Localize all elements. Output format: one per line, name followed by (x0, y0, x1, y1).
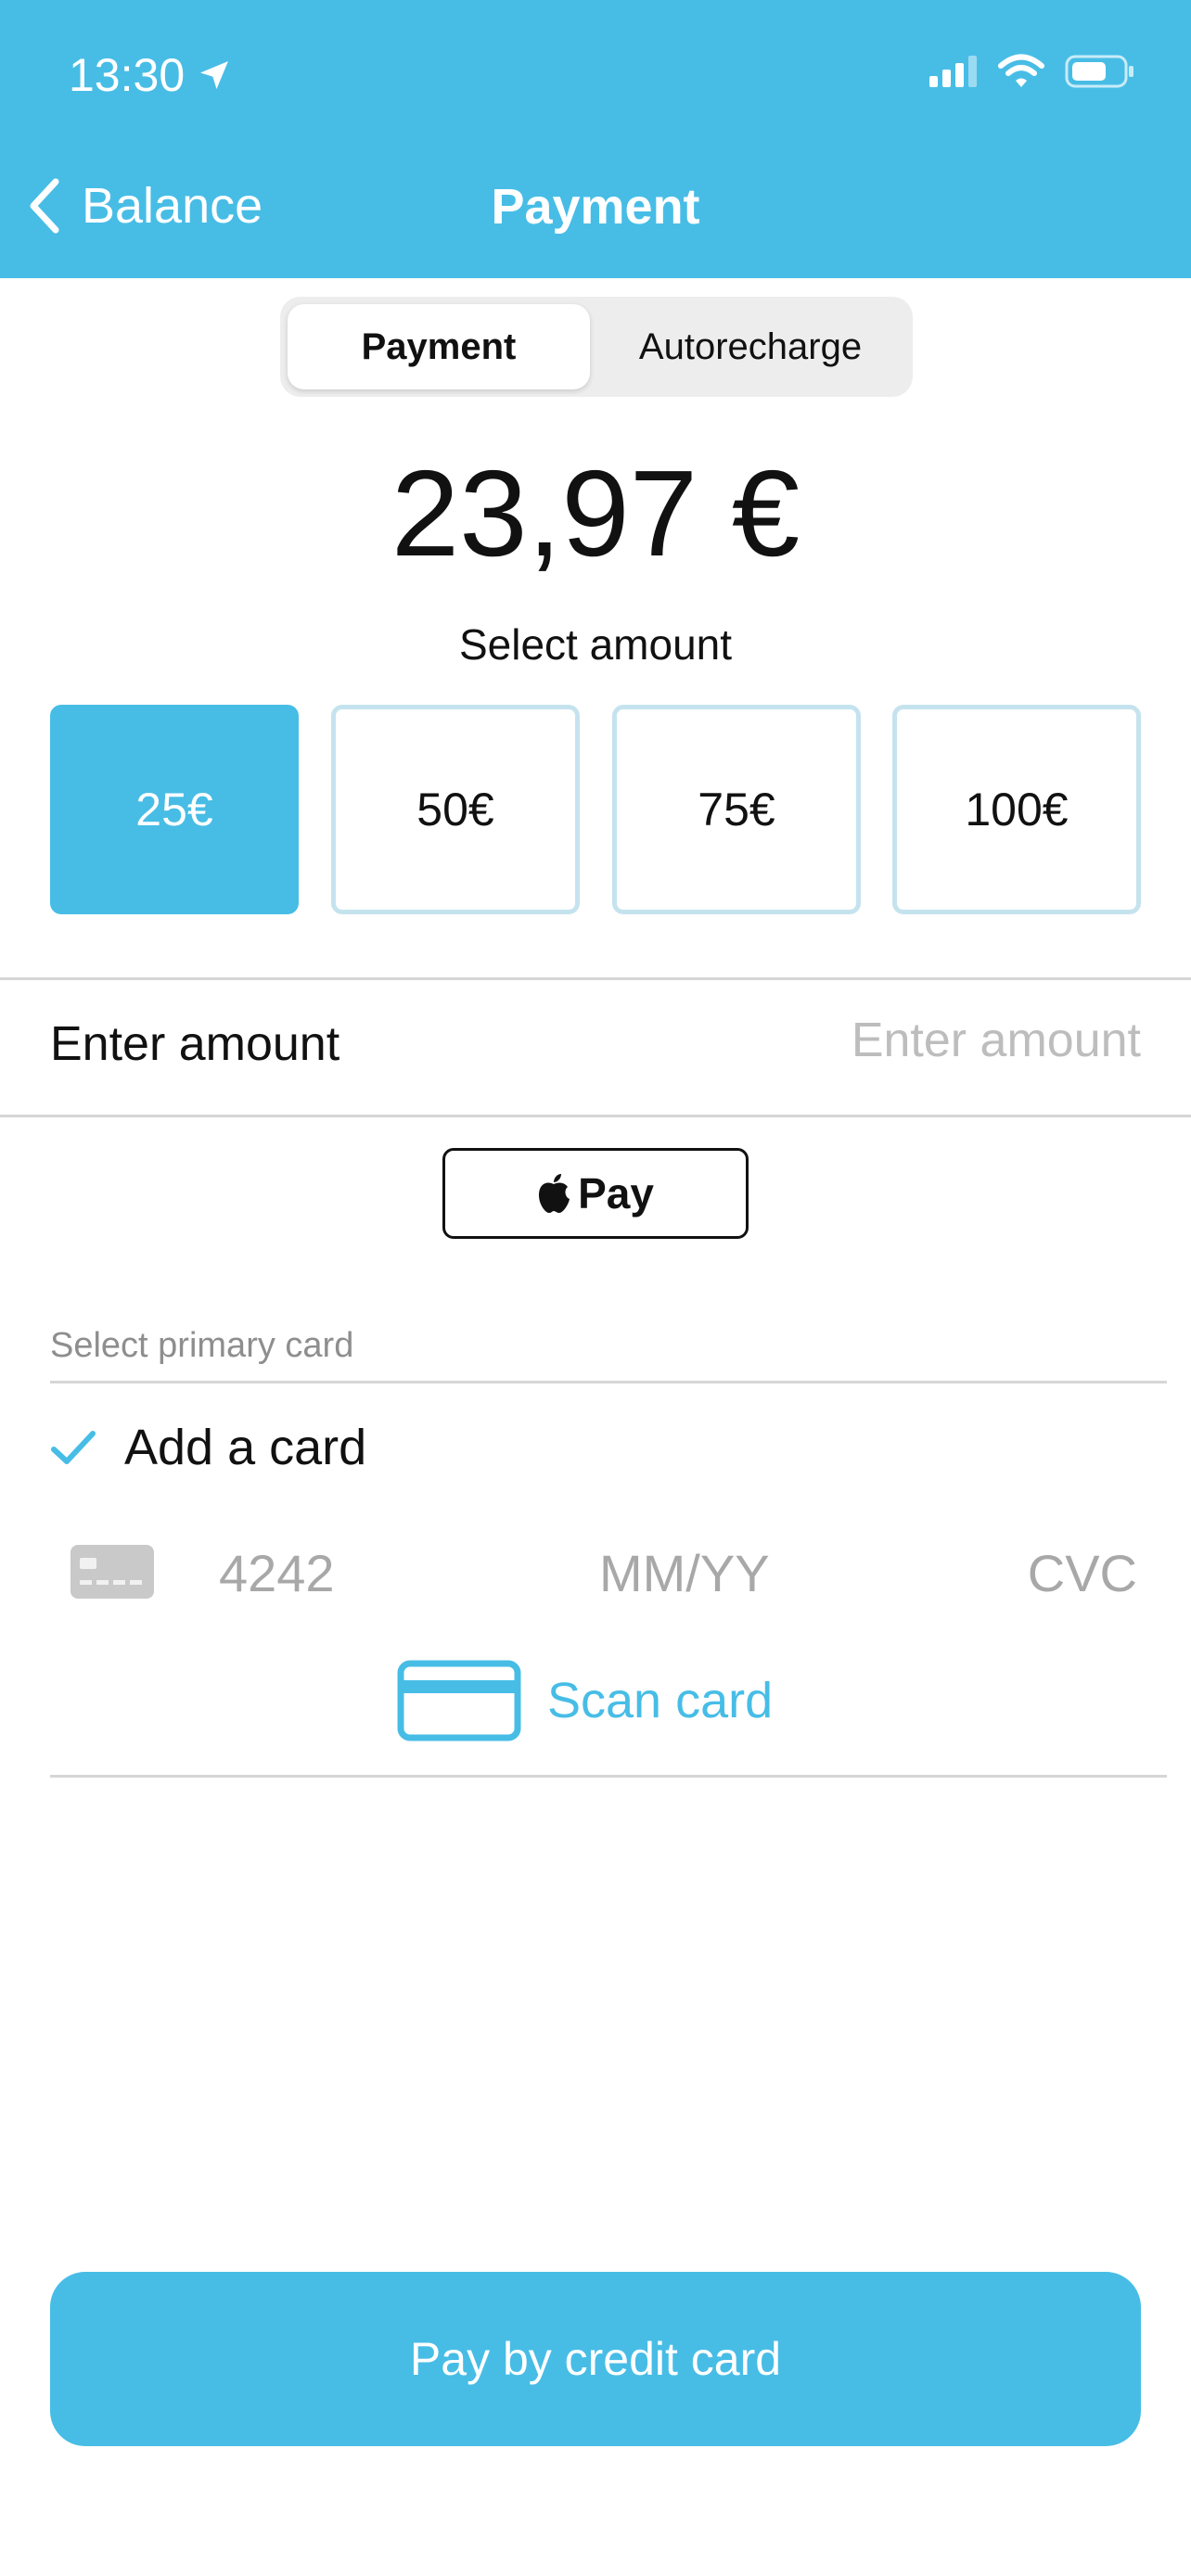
status-time-text: 13:30 (69, 49, 186, 101)
location-arrow-icon (200, 61, 229, 89)
amount-option-100[interactable]: 100€ (892, 705, 1141, 914)
enter-amount-input[interactable] (733, 1013, 1141, 1068)
top-header: 13:30 Balance Payment (0, 0, 1191, 278)
amount-option-50[interactable]: 50€ (331, 705, 580, 914)
divider (50, 1381, 1167, 1384)
divider (0, 1115, 1191, 1117)
scan-card-button[interactable]: Scan card (397, 1660, 773, 1741)
balance-amount: 23,97 € (391, 445, 800, 581)
select-amount-label: Select amount (458, 620, 733, 669)
checkmark-icon (51, 1431, 96, 1464)
credit-card-icon (70, 1545, 154, 1599)
battery-icon (1065, 55, 1133, 88)
tab-payment[interactable]: Payment (288, 304, 590, 389)
card-number-input[interactable] (219, 1543, 497, 1603)
wifi-icon (998, 54, 1044, 87)
divider (0, 977, 1191, 980)
status-indicators (929, 54, 1135, 89)
card-entry-row (70, 1539, 1137, 1604)
enter-amount-label: Enter amount (50, 1017, 340, 1071)
add-card-label: Add a card (124, 1420, 367, 1475)
apple-pay-label: Pay (578, 1169, 654, 1218)
scan-card-icon (397, 1660, 521, 1741)
add-card-option[interactable]: Add a card (50, 1419, 366, 1476)
apple-logo-icon (539, 1174, 570, 1213)
tab-autorecharge[interactable]: Autorecharge (596, 304, 905, 389)
amount-options: 25€ 50€ 75€ 100€ (50, 705, 1141, 914)
select-primary-card-label: Select primary card (50, 1326, 354, 1365)
scan-card-label: Scan card (547, 1673, 774, 1728)
apple-pay-button[interactable]: Pay (442, 1148, 749, 1239)
status-time: 13:30 (69, 48, 233, 102)
segmented-control: Payment Autorecharge (280, 297, 913, 397)
divider (50, 1775, 1167, 1778)
cellular-signal-icon (929, 56, 977, 87)
card-expiry-input[interactable] (599, 1543, 859, 1603)
pay-by-credit-card-button[interactable]: Pay by credit card (50, 2272, 1141, 2446)
card-cvc-input[interactable] (933, 1543, 1137, 1603)
amount-option-75[interactable]: 75€ (612, 705, 861, 914)
amount-option-25[interactable]: 25€ (50, 705, 299, 914)
page-title: Payment (491, 179, 700, 235)
